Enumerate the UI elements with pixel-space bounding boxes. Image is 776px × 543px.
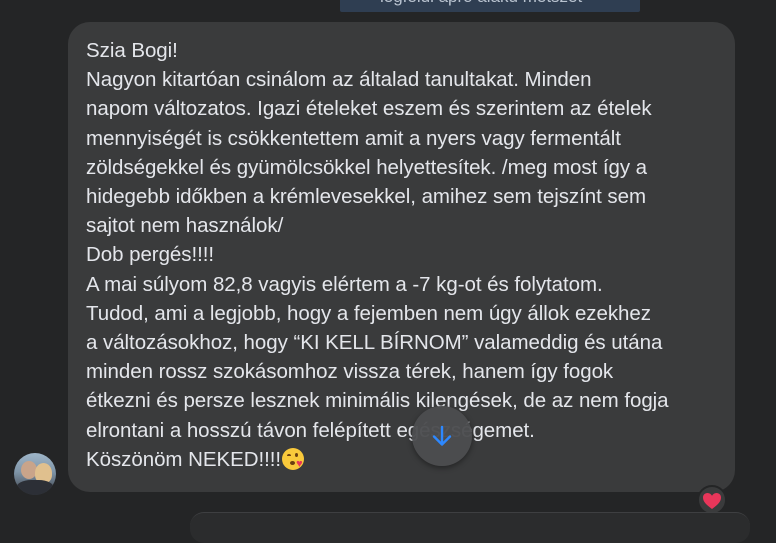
scroll-to-bottom-button[interactable] [412, 406, 472, 466]
message-line: minden rossz szokásomhoz vissza térek, h… [86, 360, 614, 384]
message-line: sajtot nem használok/ [86, 214, 284, 238]
message-text: Szia Bogi! Nagyon kitartóan csinálom az … [86, 36, 726, 474]
message-line: elrontani a hosszú távon felépített egés… [86, 418, 535, 442]
heart-icon [703, 493, 721, 509]
arrow-down-icon [432, 425, 452, 446]
message-line: A mai súlyom 82,8 vagyis elértem a -7 kg… [86, 272, 603, 296]
next-message-edge [190, 512, 750, 543]
previous-message-bubble[interactable]: legfelül apró alakú metszet [340, 0, 640, 12]
message-line-last: Köszönöm NEKED!!!! ♥ [86, 445, 726, 474]
message-line: Nagyon kitartóan csinálom az általad tan… [86, 68, 592, 92]
face-blowing-a-kiss-emoji: ♥ [282, 447, 305, 470]
message-line: Szia Bogi! [86, 39, 178, 62]
message-line: étkezni és persze lesznek minimális kile… [86, 389, 669, 413]
message-line: hidegebb időkben a krémlevesekkel, amihe… [86, 185, 646, 209]
message-line: a változásokhoz, hogy “KI KELL BÍRNOM” v… [86, 331, 663, 355]
message-line: mennyiségét is csökkentettem amit a nyer… [86, 126, 621, 150]
message-line: Tudod, ami a legjobb, hogy a fejemben ne… [86, 301, 651, 325]
message-line-text: Köszönöm NEKED!!!! [86, 447, 282, 471]
message-line: napom változatos. Igazi ételeket eszem é… [86, 97, 652, 121]
message-line: Dob pergés!!!! [86, 243, 215, 267]
message-reaction[interactable] [697, 485, 727, 515]
message-line: zöldségekkel és gyümölcsökkel helyettesí… [86, 155, 648, 179]
previous-message-text: legfelül apró alakú metszet [380, 0, 582, 8]
sender-avatar[interactable] [14, 453, 56, 495]
